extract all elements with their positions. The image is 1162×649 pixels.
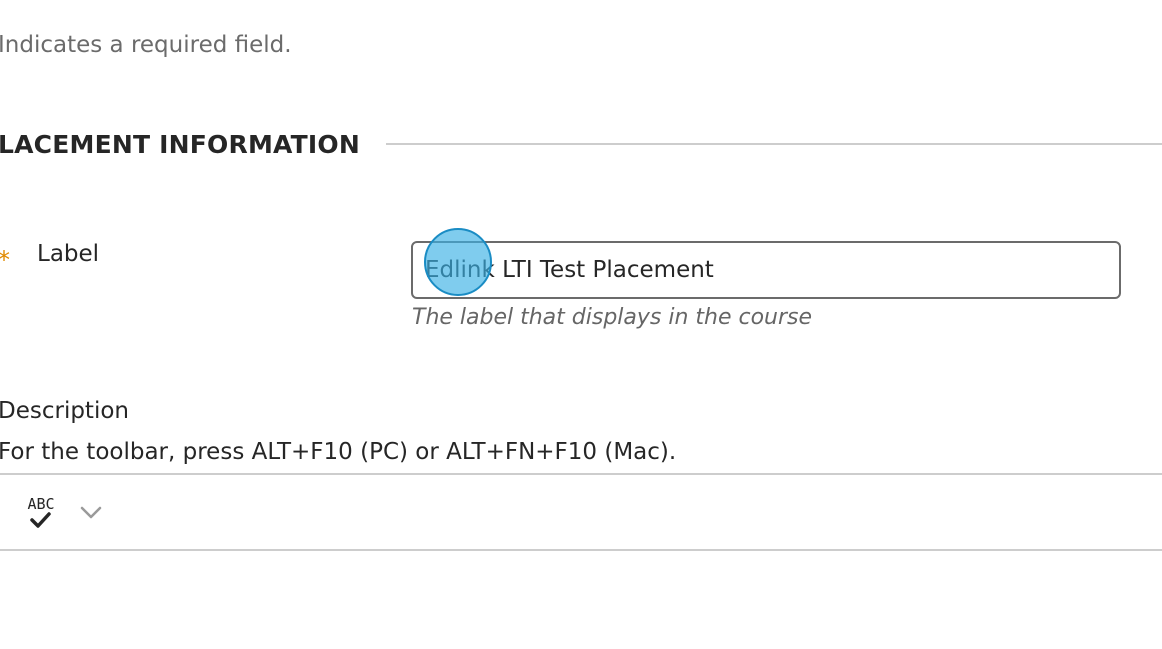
label-input[interactable] — [411, 241, 1121, 299]
spellcheck-icon: ABC — [27, 495, 55, 528]
section-header: LACEMENT INFORMATION — [0, 124, 1162, 164]
description-label: Description — [0, 398, 129, 424]
editor-toolbar: ABC — [0, 473, 1162, 551]
chevron-down-icon — [80, 506, 102, 519]
spellcheck-button[interactable]: ABC — [22, 493, 60, 533]
section-divider — [385, 143, 1162, 145]
toolbar-shortcut-hint: For the toolbar, press ALT+F10 (PC) or A… — [0, 439, 677, 465]
section-title: LACEMENT INFORMATION — [0, 129, 360, 159]
label-field-label: Label — [37, 241, 100, 267]
placement-form-page: Indicates a required field. LACEMENT INF… — [0, 0, 1162, 649]
spellcheck-options-dropdown[interactable] — [78, 501, 104, 523]
label-field-help: The label that displays in the course — [412, 305, 813, 330]
spellcheck-icon-text: ABC — [27, 495, 54, 513]
required-asterisk: * — [0, 246, 10, 274]
required-field-note: Indicates a required field. — [0, 32, 292, 58]
